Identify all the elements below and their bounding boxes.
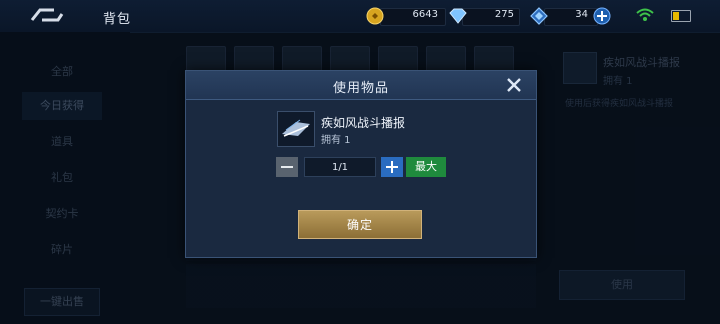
increase-quantity-button[interactable]	[381, 157, 403, 177]
item-name: 疾如风战斗播报	[321, 116, 406, 130]
wifi-icon	[636, 8, 654, 21]
diamond-icon	[449, 8, 467, 24]
use-item-dialog: 使用物品 疾如风战斗播报 拥有 1 1/1 最大 确定	[185, 70, 537, 258]
confirm-button[interactable]: 确定	[298, 210, 422, 239]
item-icon	[277, 111, 315, 147]
gold-coin-icon	[366, 7, 384, 25]
dialog-title: 使用物品	[332, 81, 389, 96]
back-icon[interactable]	[28, 4, 66, 26]
quantity-field[interactable]: 1/1	[304, 157, 376, 177]
battle-report-icon	[282, 119, 310, 137]
page-title: 背包	[103, 12, 132, 27]
dialog-header: 使用物品	[186, 71, 536, 100]
top-bar: 背包 6643 275 34	[0, 0, 720, 33]
gold-value: 6643	[412, 9, 438, 20]
item-owned-count: 拥有 1	[321, 135, 351, 146]
max-quantity-button[interactable]: 最大	[406, 157, 446, 177]
crystal-currency: 34	[530, 6, 614, 26]
crystal-icon	[530, 7, 548, 25]
add-currency-icon[interactable]	[592, 6, 612, 26]
battery-icon	[671, 10, 691, 22]
gold-currency: 6643	[366, 6, 446, 26]
close-icon[interactable]	[504, 75, 524, 95]
crystal-value: 34	[575, 9, 588, 20]
diamond-currency: 275	[448, 6, 520, 26]
decrease-quantity-button[interactable]	[276, 157, 298, 177]
diamond-value: 275	[494, 9, 514, 20]
